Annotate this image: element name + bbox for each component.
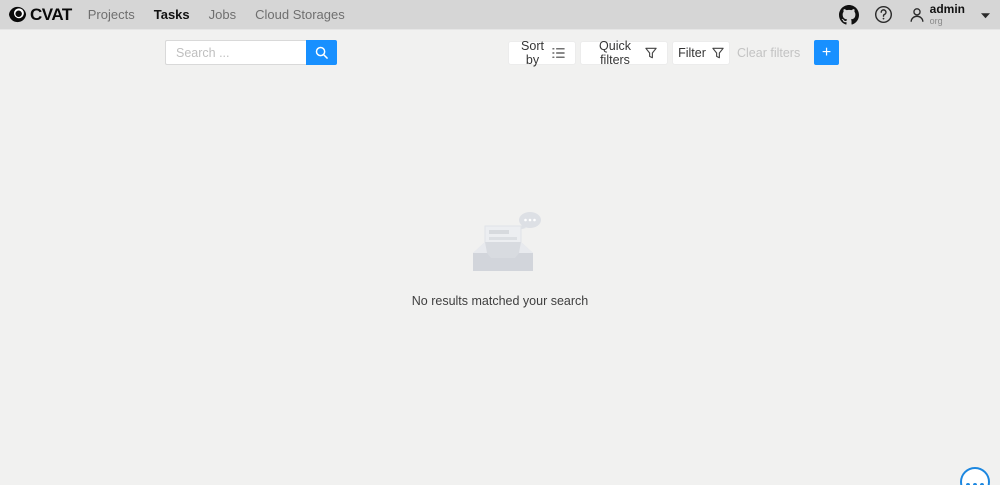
funnel-icon — [712, 47, 724, 59]
create-task-button[interactable]: + — [814, 40, 839, 65]
top-navigation-bar: CVAT Projects Tasks Jobs Cloud Storages — [0, 0, 1000, 30]
search-input[interactable] — [165, 40, 306, 65]
empty-state-message: No results matched your search — [412, 294, 588, 308]
tasks-toolbar: Sort by Quick filters Filter Clear filte… — [0, 40, 1000, 66]
nav-item-tasks[interactable]: Tasks — [154, 7, 190, 22]
filter-label: Filter — [678, 46, 706, 60]
cvat-logo[interactable]: CVAT — [8, 5, 72, 25]
github-icon[interactable] — [839, 5, 859, 25]
caret-down-icon[interactable] — [981, 6, 990, 24]
cvat-logo-text: CVAT — [30, 5, 72, 25]
empty-state: No results matched your search — [0, 205, 1000, 308]
help-icon[interactable] — [874, 5, 893, 24]
chat-widget-button[interactable] — [960, 467, 990, 485]
search-icon — [315, 46, 328, 59]
plus-icon: + — [822, 45, 831, 61]
sort-by-button[interactable]: Sort by — [508, 41, 576, 65]
clear-filters-button[interactable]: Clear filters — [737, 46, 800, 60]
empty-inbox-illustration — [468, 205, 546, 282]
user-name: admin — [930, 3, 965, 15]
nav-item-projects[interactable]: Projects — [88, 7, 135, 22]
nav-item-jobs[interactable]: Jobs — [209, 7, 236, 22]
user-identity: admin org — [930, 3, 965, 26]
user-org: org — [930, 17, 965, 26]
search-group — [165, 40, 337, 65]
quick-filters-label: Quick filters — [591, 39, 639, 67]
main-nav: Projects Tasks Jobs Cloud Storages — [88, 7, 345, 22]
filter-button[interactable]: Filter — [672, 41, 730, 65]
user-icon — [908, 6, 926, 24]
sort-by-label: Sort by — [519, 39, 546, 67]
header-right-section: admin org — [839, 3, 990, 26]
funnel-icon — [645, 47, 657, 59]
cvat-eye-icon — [8, 5, 27, 24]
nav-item-cloud-storages[interactable]: Cloud Storages — [255, 7, 345, 22]
sort-list-icon — [552, 47, 565, 59]
user-menu[interactable]: admin org — [908, 3, 990, 26]
quick-filters-button[interactable]: Quick filters — [580, 41, 668, 65]
search-button[interactable] — [306, 40, 337, 65]
